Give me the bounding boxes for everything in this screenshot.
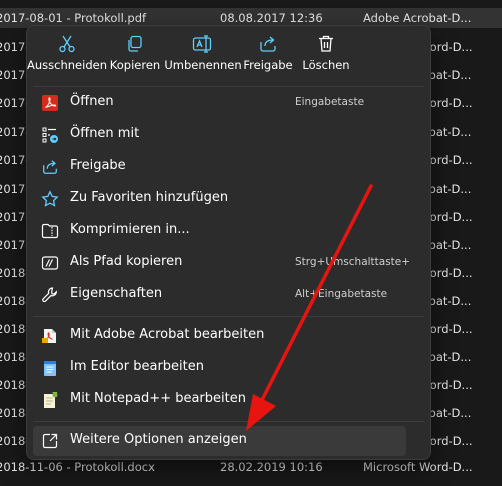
menu-item-label: Im Editor bearbeiten [70, 359, 204, 374]
pdf-icon [41, 94, 59, 112]
file-date: 28.02.2019 10:16 [220, 460, 323, 474]
rename-label: Umbenennen [164, 58, 242, 72]
file-name: 2017- [0, 153, 30, 167]
delete-label: Löschen [302, 58, 350, 72]
menu-item-label: Komprimieren in... [70, 222, 190, 237]
menu-item-share[interactable]: Freigabe [33, 152, 404, 182]
file-name: 2017- [0, 125, 30, 139]
menu-item-label: Eigenschaften [70, 286, 163, 301]
file-date: 08.08.2017 12:36 [220, 11, 323, 25]
menu-item-copy-path[interactable]: Als Pfad kopieren Strg+Umschalttaste+ [33, 248, 410, 278]
menu-item-more-options[interactable]: Weitere Optionen anzeigen [33, 426, 406, 456]
menu-item-properties[interactable]: Eigenschaften Alt+Eingabetaste [33, 280, 404, 310]
share-icon [41, 158, 59, 176]
open-with-icon [41, 126, 59, 144]
rename-button[interactable]: Umbenennen [164, 32, 242, 82]
file-name: 2017- [0, 238, 30, 252]
menu-item-shortcut: Alt+Eingabetaste [295, 288, 388, 300]
file-name: 2017-08-01 - Protokoll.pdf [0, 11, 147, 25]
file-name: 2018- [0, 406, 30, 420]
menu-item-add-favorites[interactable]: Zu Favoriten hinzufügen [33, 184, 404, 214]
file-name: 2018- [0, 322, 30, 336]
file-name: 2017- [0, 40, 30, 54]
path-icon [41, 254, 59, 272]
menu-item-shortcut: Eingabetaste [295, 96, 365, 108]
trash-icon [317, 32, 335, 56]
rename-icon [192, 32, 214, 56]
share-button[interactable]: Freigabe [241, 32, 295, 82]
share-label: Freigabe [243, 58, 293, 72]
menu-item-edit-notepadpp[interactable]: Mit Notepad++ bearbeiten [33, 385, 404, 415]
menu-item-edit-editor[interactable]: Im Editor bearbeiten [33, 353, 404, 383]
wrench-icon [41, 286, 59, 304]
star-icon [41, 190, 59, 208]
file-name: 2018- [0, 266, 30, 280]
file-name: 2017- [0, 96, 30, 110]
cut-button[interactable]: Ausschneiden [27, 32, 107, 82]
share-icon [258, 32, 278, 56]
file-name: 2018- [0, 350, 30, 364]
scissors-icon [57, 32, 77, 56]
context-menu: Ausschneiden Kopieren Umbenennen Freigab… [26, 25, 431, 460]
file-name: 2018- [0, 434, 30, 448]
divider [33, 421, 424, 422]
copy-icon [125, 32, 145, 56]
menu-item-label: Öffnen mit [70, 126, 140, 141]
delete-button[interactable]: Löschen [301, 32, 351, 82]
menu-item-label: Freigabe [70, 158, 126, 173]
menu-item-label: Mit Notepad++ bearbeiten [70, 391, 246, 406]
cut-label: Ausschneiden [27, 58, 107, 72]
file-type: Microsoft Word-D... [363, 460, 473, 474]
zip-folder-icon [41, 222, 59, 240]
acrobat-edit-icon [41, 327, 59, 345]
divider [33, 86, 424, 87]
menu-item-label: Mit Adobe Acrobat bearbeiten [70, 327, 265, 342]
copy-button[interactable]: Kopieren [107, 32, 163, 82]
file-type: Adobe Acrobat-D... [363, 11, 472, 25]
menu-item-label: Öffnen [70, 94, 114, 109]
file-name: 2018- [0, 294, 30, 308]
file-name: 2018- [0, 378, 30, 392]
menu-item-edit-acrobat[interactable]: Mit Adobe Acrobat bearbeiten [33, 321, 404, 351]
file-name: 2017- [0, 210, 30, 224]
file-row[interactable]: 2018-11-06 - Protokoll.docx 28.02.2019 10… [0, 457, 502, 477]
menu-item-label: Als Pfad kopieren [70, 254, 183, 269]
menu-item-shortcut: Strg+Umschalttaste+ [295, 256, 411, 268]
divider [33, 316, 424, 317]
menu-item-open-with[interactable]: Öffnen mit [33, 120, 404, 150]
more-options-icon [41, 432, 59, 450]
menu-item-label: Weitere Optionen anzeigen [70, 432, 247, 447]
copy-label: Kopieren [109, 58, 161, 72]
file-name: 2018-11-06 - Protokoll.docx [0, 460, 155, 474]
menu-item-compress[interactable]: Komprimieren in... [33, 216, 404, 246]
file-name: 2017- [0, 182, 30, 196]
menu-item-open[interactable]: Öffnen Eingabetaste [33, 88, 404, 118]
menu-item-label: Zu Favoriten hinzufügen [70, 190, 229, 205]
notepadpp-icon [41, 391, 59, 409]
file-name: 2017- [0, 68, 30, 82]
notepad-icon [41, 359, 59, 377]
